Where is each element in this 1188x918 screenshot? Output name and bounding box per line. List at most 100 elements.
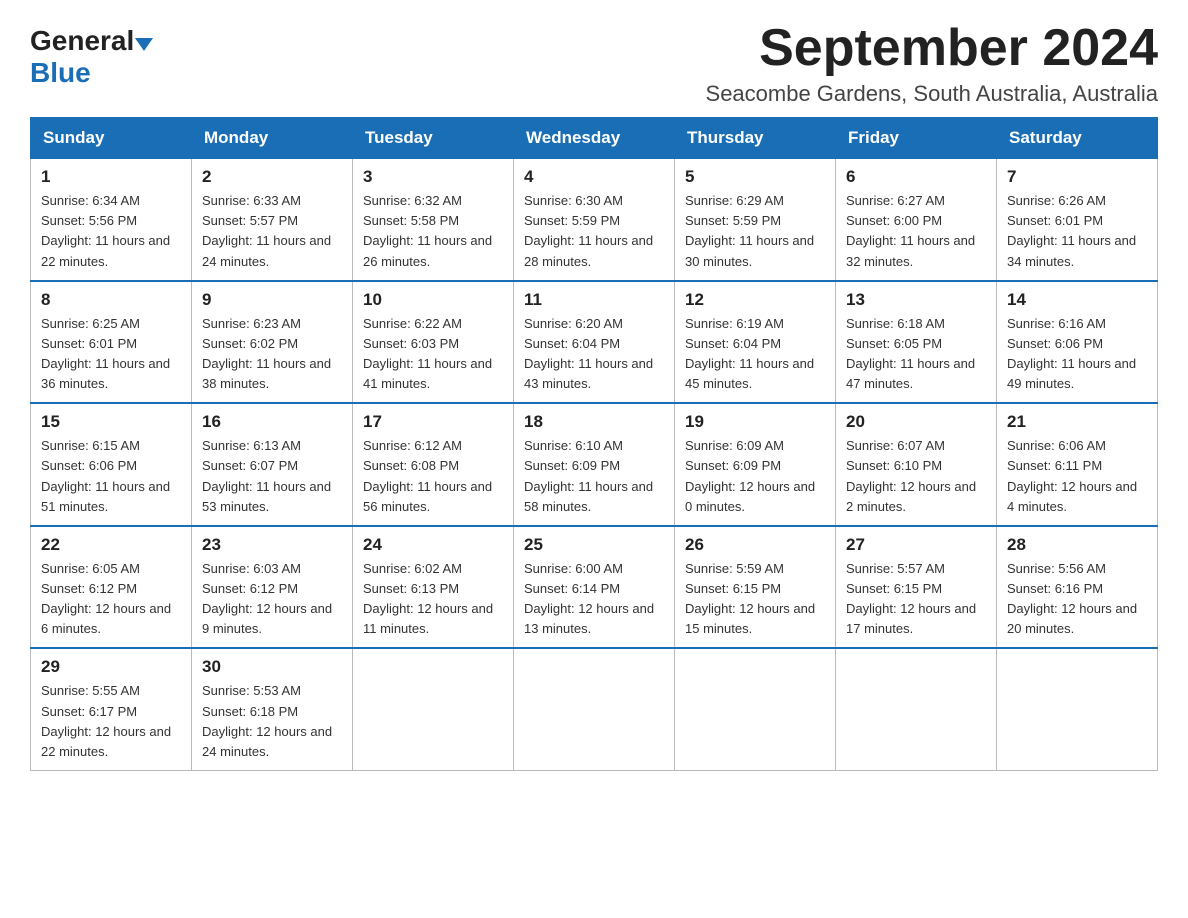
calendar-cell: 14 Sunrise: 6:16 AMSunset: 6:06 PMDaylig… <box>997 281 1158 404</box>
header-monday: Monday <box>192 118 353 159</box>
day-number: 29 <box>41 657 181 677</box>
calendar-cell <box>675 648 836 770</box>
day-info: Sunrise: 5:55 AMSunset: 6:17 PMDaylight:… <box>41 681 181 762</box>
calendar-cell: 20 Sunrise: 6:07 AMSunset: 6:10 PMDaylig… <box>836 403 997 526</box>
day-info: Sunrise: 6:26 AMSunset: 6:01 PMDaylight:… <box>1007 191 1147 272</box>
day-number: 1 <box>41 167 181 187</box>
header-sunday: Sunday <box>31 118 192 159</box>
calendar-cell <box>353 648 514 770</box>
day-number: 5 <box>685 167 825 187</box>
calendar-cell: 8 Sunrise: 6:25 AMSunset: 6:01 PMDayligh… <box>31 281 192 404</box>
day-info: Sunrise: 6:09 AMSunset: 6:09 PMDaylight:… <box>685 436 825 517</box>
day-info: Sunrise: 6:10 AMSunset: 6:09 PMDaylight:… <box>524 436 664 517</box>
calendar-cell: 26 Sunrise: 5:59 AMSunset: 6:15 PMDaylig… <box>675 526 836 649</box>
day-info: Sunrise: 6:20 AMSunset: 6:04 PMDaylight:… <box>524 314 664 395</box>
day-number: 19 <box>685 412 825 432</box>
header-tuesday: Tuesday <box>353 118 514 159</box>
day-number: 4 <box>524 167 664 187</box>
logo-blue: Blue <box>30 57 91 88</box>
page-title: September 2024 <box>706 20 1158 77</box>
day-number: 9 <box>202 290 342 310</box>
week-row-2: 8 Sunrise: 6:25 AMSunset: 6:01 PMDayligh… <box>31 281 1158 404</box>
day-info: Sunrise: 6:16 AMSunset: 6:06 PMDaylight:… <box>1007 314 1147 395</box>
day-info: Sunrise: 6:15 AMSunset: 6:06 PMDaylight:… <box>41 436 181 517</box>
day-number: 16 <box>202 412 342 432</box>
day-info: Sunrise: 5:59 AMSunset: 6:15 PMDaylight:… <box>685 559 825 640</box>
week-row-1: 1 Sunrise: 6:34 AMSunset: 5:56 PMDayligh… <box>31 159 1158 281</box>
calendar-header-row: SundayMondayTuesdayWednesdayThursdayFrid… <box>31 118 1158 159</box>
day-number: 17 <box>363 412 503 432</box>
calendar-cell: 1 Sunrise: 6:34 AMSunset: 5:56 PMDayligh… <box>31 159 192 281</box>
calendar-cell: 25 Sunrise: 6:00 AMSunset: 6:14 PMDaylig… <box>514 526 675 649</box>
day-number: 6 <box>846 167 986 187</box>
calendar-table: SundayMondayTuesdayWednesdayThursdayFrid… <box>30 117 1158 771</box>
day-info: Sunrise: 6:30 AMSunset: 5:59 PMDaylight:… <box>524 191 664 272</box>
day-info: Sunrise: 6:03 AMSunset: 6:12 PMDaylight:… <box>202 559 342 640</box>
calendar-cell: 28 Sunrise: 5:56 AMSunset: 6:16 PMDaylig… <box>997 526 1158 649</box>
calendar-cell: 17 Sunrise: 6:12 AMSunset: 6:08 PMDaylig… <box>353 403 514 526</box>
calendar-cell: 13 Sunrise: 6:18 AMSunset: 6:05 PMDaylig… <box>836 281 997 404</box>
week-row-5: 29 Sunrise: 5:55 AMSunset: 6:17 PMDaylig… <box>31 648 1158 770</box>
calendar-cell <box>836 648 997 770</box>
calendar-cell: 22 Sunrise: 6:05 AMSunset: 6:12 PMDaylig… <box>31 526 192 649</box>
calendar-cell: 12 Sunrise: 6:19 AMSunset: 6:04 PMDaylig… <box>675 281 836 404</box>
day-info: Sunrise: 6:29 AMSunset: 5:59 PMDaylight:… <box>685 191 825 272</box>
day-number: 2 <box>202 167 342 187</box>
calendar-cell: 7 Sunrise: 6:26 AMSunset: 6:01 PMDayligh… <box>997 159 1158 281</box>
week-row-4: 22 Sunrise: 6:05 AMSunset: 6:12 PMDaylig… <box>31 526 1158 649</box>
day-number: 20 <box>846 412 986 432</box>
calendar-cell: 6 Sunrise: 6:27 AMSunset: 6:00 PMDayligh… <box>836 159 997 281</box>
calendar-cell: 29 Sunrise: 5:55 AMSunset: 6:17 PMDaylig… <box>31 648 192 770</box>
calendar-cell: 24 Sunrise: 6:02 AMSunset: 6:13 PMDaylig… <box>353 526 514 649</box>
calendar-cell: 18 Sunrise: 6:10 AMSunset: 6:09 PMDaylig… <box>514 403 675 526</box>
day-info: Sunrise: 6:33 AMSunset: 5:57 PMDaylight:… <box>202 191 342 272</box>
calendar-cell: 19 Sunrise: 6:09 AMSunset: 6:09 PMDaylig… <box>675 403 836 526</box>
day-number: 30 <box>202 657 342 677</box>
logo-triangle-icon <box>135 38 153 51</box>
logo-general: General <box>30 25 134 57</box>
day-info: Sunrise: 6:06 AMSunset: 6:11 PMDaylight:… <box>1007 436 1147 517</box>
day-number: 11 <box>524 290 664 310</box>
day-number: 3 <box>363 167 503 187</box>
header-thursday: Thursday <box>675 118 836 159</box>
day-info: Sunrise: 6:12 AMSunset: 6:08 PMDaylight:… <box>363 436 503 517</box>
day-info: Sunrise: 6:18 AMSunset: 6:05 PMDaylight:… <box>846 314 986 395</box>
day-number: 21 <box>1007 412 1147 432</box>
day-info: Sunrise: 6:32 AMSunset: 5:58 PMDaylight:… <box>363 191 503 272</box>
day-number: 26 <box>685 535 825 555</box>
page-header: General Blue September 2024 Seacombe Gar… <box>30 20 1158 107</box>
day-number: 12 <box>685 290 825 310</box>
day-number: 7 <box>1007 167 1147 187</box>
day-number: 8 <box>41 290 181 310</box>
day-number: 22 <box>41 535 181 555</box>
day-info: Sunrise: 6:07 AMSunset: 6:10 PMDaylight:… <box>846 436 986 517</box>
day-info: Sunrise: 6:25 AMSunset: 6:01 PMDaylight:… <box>41 314 181 395</box>
week-row-3: 15 Sunrise: 6:15 AMSunset: 6:06 PMDaylig… <box>31 403 1158 526</box>
day-info: Sunrise: 6:34 AMSunset: 5:56 PMDaylight:… <box>41 191 181 272</box>
day-number: 10 <box>363 290 503 310</box>
calendar-cell: 11 Sunrise: 6:20 AMSunset: 6:04 PMDaylig… <box>514 281 675 404</box>
calendar-cell <box>514 648 675 770</box>
calendar-cell: 4 Sunrise: 6:30 AMSunset: 5:59 PMDayligh… <box>514 159 675 281</box>
calendar-cell: 16 Sunrise: 6:13 AMSunset: 6:07 PMDaylig… <box>192 403 353 526</box>
logo: General Blue <box>30 20 153 89</box>
calendar-cell: 23 Sunrise: 6:03 AMSunset: 6:12 PMDaylig… <box>192 526 353 649</box>
header-friday: Friday <box>836 118 997 159</box>
day-info: Sunrise: 6:02 AMSunset: 6:13 PMDaylight:… <box>363 559 503 640</box>
day-info: Sunrise: 6:19 AMSunset: 6:04 PMDaylight:… <box>685 314 825 395</box>
day-info: Sunrise: 5:56 AMSunset: 6:16 PMDaylight:… <box>1007 559 1147 640</box>
calendar-cell: 3 Sunrise: 6:32 AMSunset: 5:58 PMDayligh… <box>353 159 514 281</box>
day-info: Sunrise: 6:22 AMSunset: 6:03 PMDaylight:… <box>363 314 503 395</box>
page-location: Seacombe Gardens, South Australia, Austr… <box>706 81 1158 107</box>
title-block: September 2024 Seacombe Gardens, South A… <box>706 20 1158 107</box>
calendar-cell: 21 Sunrise: 6:06 AMSunset: 6:11 PMDaylig… <box>997 403 1158 526</box>
calendar-cell: 27 Sunrise: 5:57 AMSunset: 6:15 PMDaylig… <box>836 526 997 649</box>
header-saturday: Saturday <box>997 118 1158 159</box>
header-wednesday: Wednesday <box>514 118 675 159</box>
calendar-cell: 10 Sunrise: 6:22 AMSunset: 6:03 PMDaylig… <box>353 281 514 404</box>
calendar-cell: 15 Sunrise: 6:15 AMSunset: 6:06 PMDaylig… <box>31 403 192 526</box>
day-info: Sunrise: 6:23 AMSunset: 6:02 PMDaylight:… <box>202 314 342 395</box>
day-number: 13 <box>846 290 986 310</box>
day-info: Sunrise: 6:00 AMSunset: 6:14 PMDaylight:… <box>524 559 664 640</box>
calendar-cell: 30 Sunrise: 5:53 AMSunset: 6:18 PMDaylig… <box>192 648 353 770</box>
